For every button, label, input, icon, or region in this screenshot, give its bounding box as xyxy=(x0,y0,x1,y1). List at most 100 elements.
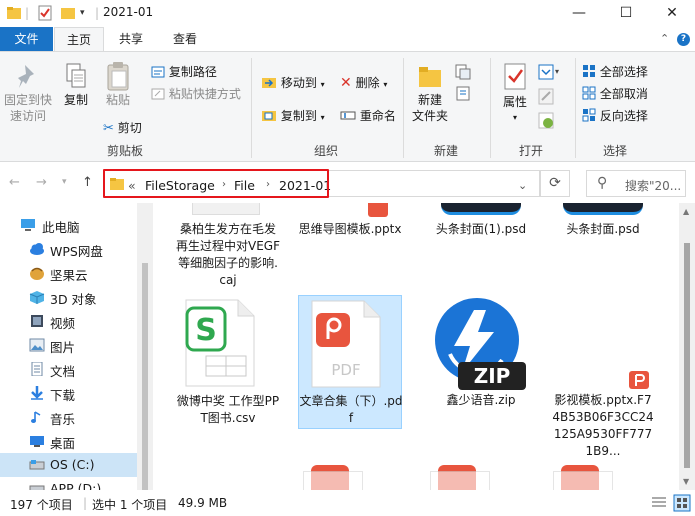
file-grid-scrollbar[interactable]: ▲ ▼ xyxy=(679,203,695,490)
file-name: 影视模板.pptx.F74B53B06F3CC24125A9530FF7771B… xyxy=(552,393,654,458)
nav-item-3d-objects[interactable]: 3D 对象 xyxy=(0,285,137,309)
delete-button[interactable]: ✕ 删除 ▾ xyxy=(340,74,387,91)
forward-arrow-icon[interactable]: → xyxy=(36,175,47,190)
music-icon xyxy=(31,411,41,423)
paste-shortcut-button[interactable]: 粘贴快捷方式 xyxy=(151,85,241,102)
invert-selection-button[interactable]: 反向选择 xyxy=(582,107,648,124)
pdf-text: PDF xyxy=(331,361,360,379)
scrollbar-thumb[interactable] xyxy=(142,263,148,490)
nav-item-wps-drive[interactable]: WPS网盘 xyxy=(0,237,137,261)
nav-item-documents[interactable]: 文档 xyxy=(0,357,137,381)
clipboard-group-label: 剪贴板 xyxy=(106,144,143,158)
nav-pane-scrollbar[interactable] xyxy=(137,203,153,490)
scrollbar-thumb[interactable] xyxy=(684,243,690,468)
open-icon[interactable]: ▾ xyxy=(538,64,562,82)
item-count: 197 个项目 xyxy=(10,498,73,512)
nav-item-os-c[interactable]: OS (C:) xyxy=(0,453,137,477)
window-title: 2021-01 xyxy=(103,5,154,19)
maximize-button[interactable]: ☐ xyxy=(603,0,649,27)
select-none-label: 全部取消 xyxy=(599,87,648,101)
new-folder-button[interactable]: 新建 文件夹 xyxy=(408,62,452,124)
file-tile[interactable]: S 微博中奖 工作型PPT图书.csv xyxy=(176,295,280,435)
group-separator xyxy=(575,58,576,158)
zip-text: ZIP xyxy=(474,364,511,388)
nav-item-downloads[interactable]: 下载 xyxy=(0,381,137,405)
selected-size: 49.9 MB xyxy=(178,496,228,510)
file-name: 头条封面(1).psd xyxy=(435,222,527,236)
rename-button[interactable]: 重命名 xyxy=(340,107,396,124)
scroll-up-icon[interactable]: ▲ xyxy=(683,207,689,216)
nav-label: OS (C:) xyxy=(50,457,95,472)
rename-icon xyxy=(340,111,356,120)
customize-toolbar-icon[interactable]: ▾ xyxy=(80,5,85,21)
nav-label: 此电脑 xyxy=(42,220,80,235)
select-none-button[interactable]: 全部取消 xyxy=(582,85,648,102)
help-icon[interactable]: ? xyxy=(677,33,690,46)
file-tile[interactable]: 头条封面(1).psd xyxy=(429,203,533,243)
tab-share[interactable]: 共享 xyxy=(108,27,154,51)
select-all-icon xyxy=(583,65,595,77)
nav-item-videos[interactable]: 视频 xyxy=(0,309,137,333)
copy-button[interactable]: 复制 xyxy=(60,58,92,108)
file-tile-selected[interactable]: PDF 文章合集（下）.pdf xyxy=(298,295,403,429)
paste-label: 粘贴 xyxy=(105,93,130,107)
select-all-button[interactable]: 全部选择 xyxy=(582,63,648,80)
easy-access-icon[interactable] xyxy=(454,85,476,103)
move-to-button[interactable]: 移动到 ▾ xyxy=(261,74,325,91)
nav-item-app-d[interactable]: APP (D:) xyxy=(0,477,137,490)
file-tile[interactable]: 桑柏生发方在毛发再生过程中对VEGF等细胞因子的影响.caj xyxy=(176,203,280,289)
title-bar: | ▾ | 2021-01 — ☐ ✕ xyxy=(0,0,695,27)
cut-button[interactable]: ✂ 剪切 xyxy=(103,119,142,136)
copy-to-button[interactable]: 复制到 ▾ xyxy=(261,107,325,124)
separator: | xyxy=(95,6,100,20)
nav-item-desktop[interactable]: 桌面 xyxy=(0,429,137,453)
large-icons-view-icon[interactable] xyxy=(673,494,691,512)
group-separator xyxy=(490,58,491,158)
edit-icon[interactable] xyxy=(538,88,556,106)
copy-to-label: 复制到 xyxy=(280,109,317,123)
cut-label: 剪切 xyxy=(117,121,142,135)
address-dropdown-icon[interactable]: ⌄ xyxy=(518,179,527,192)
nav-item-pictures[interactable]: 图片 xyxy=(0,333,137,357)
select-group-label: 选择 xyxy=(602,144,627,158)
file-name: 思维导图模板.pptx xyxy=(298,222,402,236)
scroll-down-icon[interactable]: ▼ xyxy=(683,477,689,486)
up-arrow-icon[interactable]: ↑ xyxy=(82,175,93,190)
history-icon[interactable] xyxy=(538,112,556,130)
properties-button[interactable]: 属性 ▾ xyxy=(496,62,534,126)
selected-count: 选中 1 个项目 xyxy=(92,498,168,512)
collapse-ribbon-icon[interactable]: ⌃ xyxy=(660,32,669,45)
nav-item-this-pc[interactable]: 此电脑 xyxy=(0,213,137,237)
file-tile[interactable]: 影视模板.pptx.F74B53B06F3CC24125A9530FF7771B… xyxy=(551,295,655,470)
properties-quick-icon[interactable] xyxy=(37,5,53,21)
delete-x-icon: ✕ xyxy=(340,75,352,91)
details-view-icon[interactable] xyxy=(651,496,667,510)
close-button[interactable]: ✕ xyxy=(649,0,695,27)
recent-locations-icon[interactable]: ▾ xyxy=(62,177,67,187)
file-tile[interactable]: 思维导图模板.pptx xyxy=(298,203,402,263)
search-box[interactable]: ⚲ 搜索"20... xyxy=(586,170,686,197)
dropdown-arrow-icon: ▾ xyxy=(320,80,325,89)
nav-item-nut-cloud[interactable]: 坚果云 xyxy=(0,261,137,285)
tab-view[interactable]: 查看 xyxy=(160,27,210,51)
nav-item-music[interactable]: 音乐 xyxy=(0,405,137,429)
new-folder-quick-icon[interactable] xyxy=(60,5,76,21)
pin-quick-access-button[interactable]: 固定到快 速访问 xyxy=(2,58,54,124)
back-arrow-icon[interactable]: ← xyxy=(9,175,20,190)
file-tile[interactable]: ZIP 鑫少语音.zip xyxy=(429,295,533,415)
refresh-button[interactable]: ⟳ xyxy=(540,170,570,197)
paste-button[interactable]: 粘贴 xyxy=(100,58,136,108)
file-page-icon xyxy=(553,471,613,490)
tab-home[interactable]: 主页 xyxy=(54,27,104,51)
pin-icon xyxy=(18,65,34,88)
copy-path-button[interactable]: 复制路径 xyxy=(151,63,217,80)
file-name: 桑柏生发方在毛发再生过程中对VEGF等细胞因子的影响.caj xyxy=(176,222,280,287)
properties-label: 属性 xyxy=(502,95,527,109)
tab-file[interactable]: 文件 xyxy=(0,27,53,51)
search-placeholder: 搜索"20... xyxy=(625,179,682,193)
nav-label: 文档 xyxy=(50,364,76,379)
minimize-button[interactable]: — xyxy=(556,0,602,27)
file-tile[interactable]: 头条封面.psd xyxy=(551,203,655,243)
new-item-icon[interactable] xyxy=(454,63,476,81)
rename-label: 重命名 xyxy=(359,109,396,123)
